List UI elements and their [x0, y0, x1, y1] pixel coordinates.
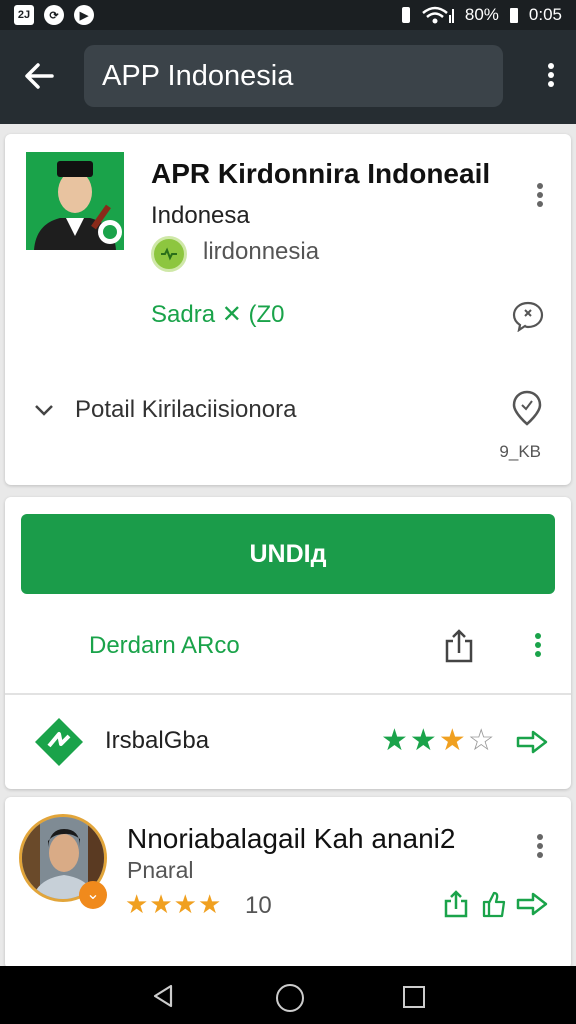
- star-filled-icon: ★: [438, 724, 468, 757]
- developer-name: IrsbalGba: [105, 727, 210, 754]
- star-filled-icon: ★: [149, 889, 174, 919]
- clock: 0:05: [528, 5, 562, 24]
- battery-icon: [509, 8, 518, 23]
- developer-logo-icon: [35, 718, 83, 766]
- star-filled-icon: ★: [197, 889, 223, 919]
- app-bar: APP Indonesia: [0, 30, 576, 124]
- chat-bubble-icon[interactable]: [511, 300, 545, 332]
- star-filled-icon: ★: [409, 724, 439, 757]
- upload-icon[interactable]: [441, 889, 471, 919]
- search-input[interactable]: APP Indonesia: [84, 45, 503, 107]
- category-badge-icon: [151, 236, 187, 272]
- description-text: Potail Kirilaciisionora: [75, 396, 297, 423]
- nav-recents-icon[interactable]: [403, 986, 425, 1008]
- install-menu-icon[interactable]: [535, 630, 541, 660]
- sim-icon: 2J: [14, 5, 34, 25]
- review-rating: ★★★★: [125, 889, 222, 920]
- back-arrow-icon[interactable]: [22, 58, 58, 94]
- location-pin-icon[interactable]: [511, 389, 543, 427]
- star-filled-icon: ★: [125, 889, 150, 919]
- forward-arrow-icon[interactable]: [515, 889, 549, 919]
- notification-icon: ⟳: [44, 5, 64, 25]
- app-info-card: APR Kirdonnira Indoneail Indonesa lirdon…: [5, 134, 571, 485]
- app-title: APR Kirdonnira Indoneail: [151, 158, 491, 189]
- battery-text: 80%: [464, 5, 499, 24]
- review-subtitle: Pnaral: [127, 857, 194, 883]
- rating-summary-text[interactable]: Sadra ✕ (Z0: [151, 300, 285, 329]
- star-filled-icon: ★: [173, 889, 198, 919]
- chevron-down-icon: [35, 405, 53, 416]
- status-bar: 2J ⟳ ▶ 80% 0:05: [0, 0, 576, 30]
- forward-arrow-icon[interactable]: [515, 728, 549, 756]
- play-icon: ▶: [74, 5, 94, 25]
- app-subtitle: Indonesa: [151, 202, 250, 229]
- vibrate-icon: [401, 7, 410, 23]
- nav-back-icon[interactable]: [150, 983, 176, 1009]
- nav-home-icon[interactable]: [276, 984, 304, 1012]
- star-empty-icon: ☆: [467, 724, 497, 757]
- thumbs-up-icon[interactable]: [479, 889, 509, 919]
- card-menu-icon[interactable]: [537, 180, 543, 210]
- install-button[interactable]: UNDIд: [21, 514, 555, 594]
- wifi-signal-icon: [422, 6, 454, 24]
- developer-rating: ★★★☆: [381, 723, 497, 758]
- review-card: ⌄ Nnoriabalagail Kah anani2 Pnaral ★★★★ …: [5, 797, 571, 969]
- install-card: UNDIд Derdarn ARco IrsbalGba ★★★☆: [5, 497, 571, 789]
- verified-badge-icon: ⌄: [79, 881, 107, 909]
- category-label: lirdonnesia: [203, 238, 320, 265]
- overflow-menu-icon[interactable]: [546, 60, 556, 94]
- share-icon[interactable]: [441, 627, 477, 665]
- review-menu-icon[interactable]: [537, 831, 543, 861]
- description-row[interactable]: Potail Kirilaciisionora: [33, 396, 296, 424]
- review-count: 10: [245, 892, 272, 919]
- star-filled-icon: ★: [381, 724, 410, 757]
- divider: [5, 693, 571, 695]
- app-avatar: [26, 152, 124, 250]
- developer-link[interactable]: Derdarn ARco: [89, 632, 240, 660]
- file-size: 9_KB: [499, 442, 541, 461]
- review-title: Nnoriabalagail Kah anani2: [127, 823, 456, 854]
- system-nav-bar: [0, 966, 576, 1024]
